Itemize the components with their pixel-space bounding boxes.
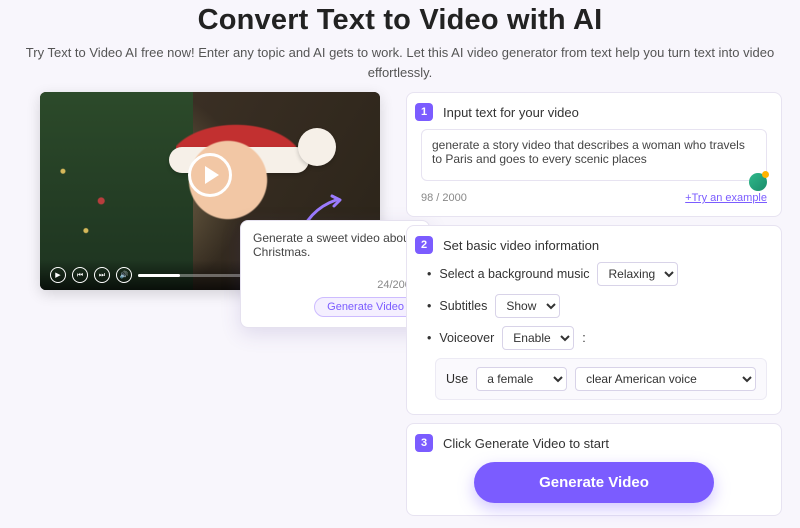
voice-config-row: Use a female clear American voice [435,358,767,400]
step3-label: Click Generate Video to start [443,436,609,451]
voice-accent-select[interactable]: clear American voice [575,367,756,391]
subtitles-select[interactable]: Show [495,294,560,318]
step2-badge: 2 [415,236,433,254]
step1-panel: 1 Input text for your video 98 / 2000 +T… [406,92,782,217]
page-subtitle: Try Text to Video AI free now! Enter any… [10,43,790,82]
ai-avatar-icon [749,173,767,191]
step3-badge: 3 [415,434,433,452]
step1-label: Input text for your video [443,105,579,120]
tooltip-generate-button[interactable]: Generate Video [314,297,417,317]
play-icon[interactable] [188,153,232,197]
step1-badge: 1 [415,103,433,121]
prompt-input[interactable] [421,129,767,181]
preview-column: ▶ ⏮ ⏭ 🔊 Generate a sweet video about Chr… [40,92,380,516]
volume-icon[interactable]: 🔊 [116,267,132,283]
subtitles-label: Subtitles [439,299,487,313]
voiceover-select[interactable]: Enable [502,326,574,350]
use-label: Use [446,372,468,386]
example-tooltip: Generate a sweet video about Christmas. … [240,220,430,328]
voiceover-colon: : [582,331,585,345]
music-select[interactable]: Relaxing [597,262,678,286]
tooltip-counter: 24/2000 [253,279,417,291]
char-counter: 98 / 2000 [421,192,467,204]
music-label: Select a background music [439,267,589,281]
step2-label: Set basic video information [443,238,599,253]
step3-panel: 3 Click Generate Video to start Generate… [406,423,782,516]
try-example-link[interactable]: +Try an example [685,192,767,204]
voice-gender-select[interactable]: a female [476,367,567,391]
voiceover-label: Voiceover [439,331,494,345]
tooltip-text: Generate a sweet video about Christmas. [253,231,417,259]
step2-panel: 2 Set basic video information Select a b… [406,225,782,415]
page-title: Convert Text to Video with AI [10,4,790,37]
generate-video-button[interactable]: Generate Video [474,462,714,503]
play-button-icon[interactable]: ▶ [50,267,66,283]
forward-icon[interactable]: ⏭ [94,267,110,283]
rewind-icon[interactable]: ⏮ [72,267,88,283]
